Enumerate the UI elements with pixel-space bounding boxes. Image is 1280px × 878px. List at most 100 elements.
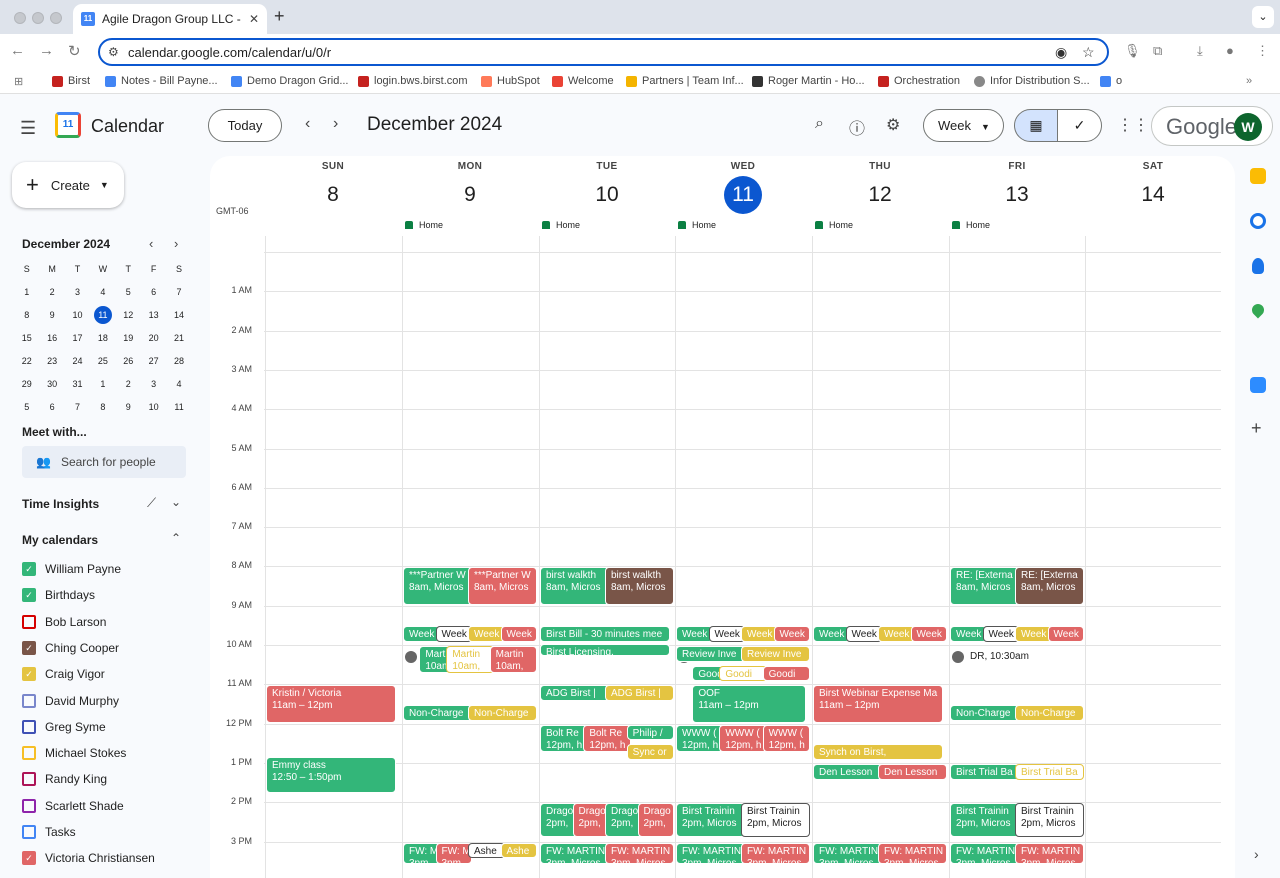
calendar-view-toggle-icon[interactable]: ▦ [1014,109,1058,142]
calendar-event[interactable]: Week [773,626,810,643]
day-header-tue[interactable]: TUE 10 [539,156,675,214]
mini-day[interactable]: 11 [166,402,191,412]
mini-day[interactable]: 24 [65,356,90,366]
keep-icon[interactable] [1250,168,1266,184]
day-header-thu[interactable]: THU 12 [812,156,948,214]
add-addon-icon[interactable]: + [1251,418,1262,439]
calendar-event[interactable]: Week [982,626,1019,643]
calendar-event[interactable]: Synch on Birst,12:30pm [813,744,943,760]
calendar-event[interactable]: Week [950,626,987,643]
bookmark-roger-martin[interactable]: Roger Martin - Ho... [752,75,865,87]
bookmark-orchestration[interactable]: Orchestration [878,75,960,87]
calendar-event[interactable]: Kristin / Victoria 11am – 12pm [266,685,396,723]
mini-day[interactable]: 22 [14,356,39,366]
new-tab-icon[interactable]: + [274,6,285,27]
calendar-event[interactable]: Week [878,626,915,643]
calendar-checkbox[interactable] [22,746,36,761]
calendar-event[interactable]: Review Inve [741,646,810,662]
bookmark-demo-dragon[interactable]: Demo Dragon Grid... [231,75,348,87]
calendar-event[interactable]: birst walkth 8am, Micros [540,567,609,605]
mini-day[interactable]: 5 [14,402,39,412]
calendar-item[interactable]: Randy King [22,766,107,792]
day-number[interactable]: 11 [724,176,762,214]
mini-day[interactable]: 12 [116,310,141,320]
settings-gear-icon[interactable]: ⚙ [886,115,900,135]
calendar-item[interactable]: Tasks [22,819,76,845]
calendar-item[interactable]: ✓ William Payne [22,556,121,582]
day-header-fri[interactable]: FRI 13 [949,156,1085,214]
download-icon[interactable]: ⤓ [1197,43,1203,59]
calendar-checkbox[interactable]: ✓ [22,640,36,655]
calendar-event[interactable]: FW: MARTIN 3pm, Micros [1015,842,1084,865]
calendar-event[interactable]: WWW (12pm, h [762,724,810,753]
mini-day[interactable]: 13 [141,310,166,320]
mini-day[interactable]: 7 [166,287,191,297]
mini-day[interactable]: 31 [65,379,90,389]
calendar-event[interactable]: RE: [Externa 8am, Micros [1015,567,1084,605]
mini-day[interactable]: 16 [39,333,64,343]
calendar-event[interactable]: Drago 2pm, [540,803,577,837]
bookmark-o[interactable]: o [1100,75,1122,87]
next-week-icon[interactable]: › [333,115,338,133]
calendar-item[interactable]: David Murphy [22,688,119,714]
bookmark-infor[interactable]: Infor Distribution S... [974,75,1090,87]
forward-arrow-icon[interactable]: → [39,42,54,59]
day-header-sat[interactable]: SAT 14 [1085,156,1221,214]
mini-day[interactable]: 25 [90,356,115,366]
calendar-event[interactable]: ***Partner W 8am, Micros [468,567,537,605]
calendar-checkbox[interactable] [22,719,36,734]
calendar-event[interactable]: Martin 10am, [489,646,537,674]
calendar-item[interactable]: ✓ Ching Cooper [22,635,119,661]
address-bar[interactable]: ⚙ calendar.google.com/calendar/u/0/r ◉ ☆ [98,38,1109,66]
today-button[interactable]: Today [208,109,282,142]
calendar-checkbox[interactable] [22,614,36,629]
calendar-event[interactable]: Week [813,626,850,643]
tab-search-chevron-icon[interactable]: ⌄ [1252,6,1274,28]
calendar-event[interactable]: RE: [Externa 8am, Micros [950,567,1019,605]
day-number[interactable]: 10 [588,176,626,214]
calendar-event[interactable]: FW: MARTIN 3pm, Micros [878,842,947,865]
calendar-event[interactable]: FW: MARTIN 3pm, Micros [741,842,810,865]
day-number[interactable]: 8 [314,176,352,214]
calendar-event[interactable]: Drago 2pm, [637,803,674,837]
apps-grid-icon[interactable]: ⊞ [14,75,23,88]
calendar-event[interactable]: Ashe [468,842,505,859]
calendar-event[interactable]: Ashe [500,842,537,859]
mini-day[interactable]: 3 [141,379,166,389]
calendar-event[interactable]: Week [403,626,440,643]
calendar-event[interactable]: Birst Trial Ba [1015,763,1084,780]
mini-next-month-icon[interactable]: › [174,236,178,251]
calendar-event[interactable]: Week [845,626,882,643]
calendar-event[interactable]: ADG Birst | [540,685,609,701]
mini-day[interactable]: 17 [65,333,90,343]
site-settings-icon[interactable]: ⚙ [108,45,119,59]
mini-day[interactable]: 9 [39,310,64,320]
help-icon[interactable]: ⓘ [849,115,865,139]
chevron-up-icon[interactable]: ⌃ [171,531,181,545]
bookmark-partners[interactable]: Partners | Team Inf... [626,75,744,87]
mini-day[interactable]: 19 [116,333,141,343]
calendar-event[interactable]: Review Inve [676,646,745,662]
mini-day[interactable]: 10 [65,310,90,320]
calendar-event[interactable]: Birst Trainin 2pm, Micros [676,803,745,837]
calendar-checkbox[interactable]: ✓ [22,851,36,866]
calendar-event[interactable]: Week [910,626,947,643]
calendar-event[interactable]: Drago 2pm, [605,803,642,837]
google-apps-icon[interactable]: ⋮⋮ [1117,115,1149,135]
mini-day[interactable]: 9 [116,402,141,412]
bookmark-star-icon[interactable]: ☆ [1082,44,1095,61]
tasks-icon[interactable] [1250,213,1266,229]
calendar-event[interactable]: ***Partner W 8am, Micros [403,567,472,605]
mini-day[interactable]: 6 [141,287,166,297]
calendar-event[interactable]: FW: M 3pm [435,842,472,865]
day-number[interactable]: 12 [861,176,899,214]
search-people-input[interactable]: 👥 Search for people [22,446,186,478]
calendar-event[interactable]: Week [500,626,537,643]
calendar-event[interactable]: Birst Licensing,10am [540,644,670,657]
calendar-event[interactable]: FW: MARTIN 3pm, Micros [950,842,1019,865]
calendar-event[interactable]: Den Lesson [878,763,947,780]
create-button[interactable]: + Create ▼ [12,162,124,208]
window-zoom-button[interactable] [50,12,62,24]
window-close-button[interactable] [14,12,26,24]
day-header-wed[interactable]: WED 11 [675,156,811,214]
